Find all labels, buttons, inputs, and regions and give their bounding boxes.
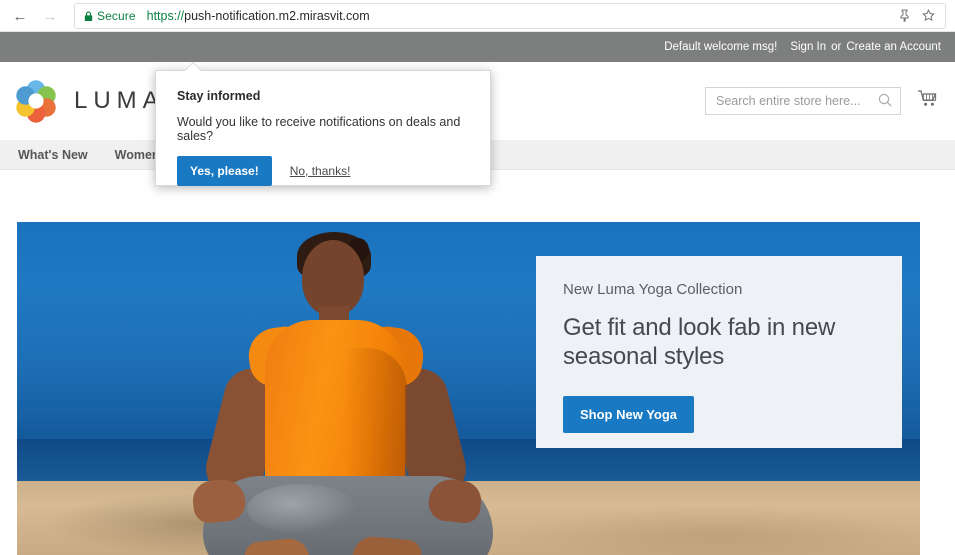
lock-icon: [84, 11, 93, 22]
address-bar[interactable]: Secure https:// push-notification.m2.mir…: [74, 3, 946, 29]
popup-actions: Yes, please! No, thanks!: [177, 156, 470, 186]
star-icon[interactable]: [922, 8, 935, 24]
create-account-link[interactable]: Create an Account: [846, 41, 941, 53]
shopping-cart-icon[interactable]: [917, 89, 939, 113]
screenshot-root: ← → ⟳ Secure https:// push-notification.…: [0, 0, 955, 555]
url-host: push-notification.m2.mirasvit.com: [184, 9, 370, 23]
search-input[interactable]: Search entire store here...: [705, 87, 901, 115]
sign-in-link[interactable]: Sign In: [790, 41, 826, 53]
search-icon[interactable]: [878, 93, 892, 110]
luma-ring-logo-icon: [14, 79, 58, 123]
url-scheme: https://: [146, 9, 185, 23]
pin-icon[interactable]: [899, 9, 910, 24]
header-actions: Search entire store here...: [705, 87, 955, 115]
security-label: Secure: [97, 9, 136, 23]
shop-new-yoga-button[interactable]: Shop New Yoga: [563, 395, 695, 433]
model-legs-highlight: [247, 484, 357, 534]
storefront-page: Default welcome msg! Sign In or Create a…: [0, 32, 955, 555]
logo-wordmark: LUMA: [74, 87, 165, 114]
hero-banner[interactable]: New Luma Yoga Collection Get fit and loo…: [17, 222, 920, 555]
decline-notifications-link[interactable]: No, thanks!: [290, 164, 351, 178]
omnibox-actions: [899, 8, 937, 24]
back-arrow-icon[interactable]: ←: [6, 2, 34, 30]
logo-link[interactable]: LUMA: [0, 79, 165, 123]
popup-description: Would you like to receive notifications …: [177, 115, 461, 143]
browser-toolbar: ← → ⟳ Secure https:// push-notification.…: [0, 0, 955, 32]
popup-arrow-icon: [184, 63, 202, 72]
accept-notifications-button[interactable]: Yes, please!: [177, 156, 272, 186]
model-head: [302, 240, 364, 316]
hero-sand-shadow-secondary: [513, 506, 920, 555]
hero-eyebrow: New Luma Yoga Collection: [563, 281, 743, 298]
hero-model-image: [137, 228, 557, 555]
popup-title: Stay informed: [177, 89, 261, 103]
welcome-bar: Default welcome msg! Sign In or Create a…: [0, 32, 955, 62]
or-separator: or: [831, 41, 842, 53]
nav-item-women[interactable]: Women: [115, 148, 160, 162]
hero-content-card: New Luma Yoga Collection Get fit and loo…: [536, 256, 902, 448]
push-notification-popup: Stay informed Would you like to receive …: [155, 63, 491, 186]
nav-item-whats-new[interactable]: What's New: [18, 148, 88, 162]
model-right-hand: [426, 477, 484, 525]
search-placeholder: Search entire store here...: [716, 94, 861, 108]
hero-headline: Get fit and look fab in new seasonal sty…: [563, 314, 836, 370]
forward-arrow-icon[interactable]: →: [36, 2, 64, 30]
welcome-message: Default welcome msg!: [664, 41, 778, 53]
